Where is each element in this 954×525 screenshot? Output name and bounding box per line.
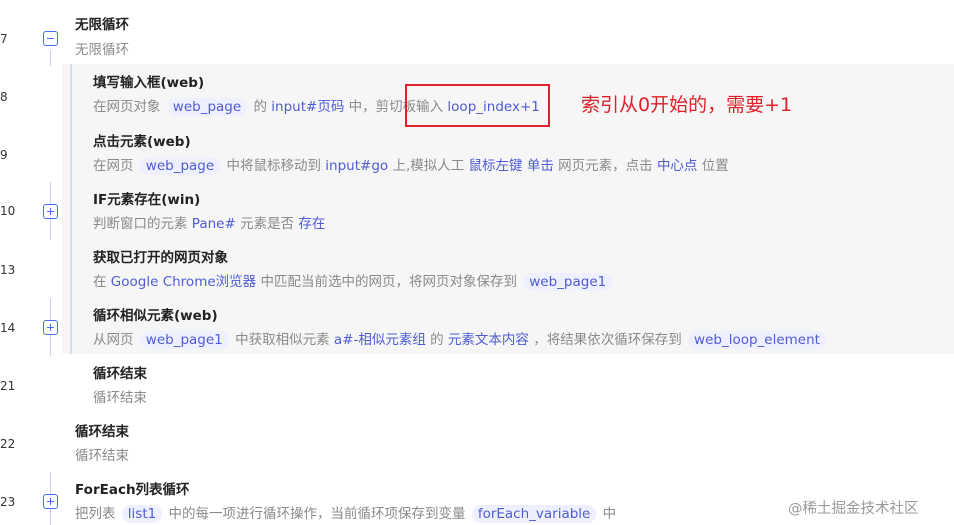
desc-text: 循环结束 — [75, 448, 129, 464]
desc-text: 在网页 — [93, 158, 134, 174]
element-link[interactable]: input#go — [325, 158, 388, 174]
attribute-value[interactable]: 元素文本内容 — [448, 332, 529, 348]
plus-square-icon[interactable] — [43, 494, 58, 509]
variable-chip[interactable]: web_page1 — [139, 331, 229, 349]
desc-text: 中 — [602, 506, 617, 522]
line-number: 14 — [0, 321, 16, 335]
step-desc: 循环结束 — [75, 444, 129, 464]
line-number: 10 — [0, 204, 16, 218]
annotation-box — [405, 84, 550, 127]
step-row[interactable]: 9 点击元素(web) 在网页 web_page 中将鼠标移动到 input#g… — [0, 122, 954, 180]
desc-text: 的 — [430, 332, 444, 348]
desc-text: 无限循环 — [75, 42, 129, 58]
step-title: 获取已打开的网页对象 — [93, 250, 228, 266]
plus-square-icon[interactable] — [43, 320, 58, 335]
line-number: 7 — [0, 32, 8, 46]
line-number: 21 — [0, 379, 16, 393]
line-number: 9 — [0, 148, 8, 162]
step-desc: 在网页 web_page 中将鼠标移动到 input#go 上,模拟人工 鼠标左… — [93, 154, 729, 175]
desc-text: ，将结果依次循环保存到 — [533, 332, 682, 348]
desc-text: 中获取相似元素 — [235, 332, 330, 348]
desc-text: 在网页对象 — [93, 99, 161, 115]
desc-text: 中的每一项进行循环操作，当前循环项保存到变量 — [168, 506, 466, 522]
line-number: 23 — [0, 495, 16, 509]
line-number: 13 — [0, 263, 16, 277]
element-link[interactable]: Pane# — [192, 216, 236, 232]
step-row[interactable]: 10 IF元素存在(win) 判断窗口的元素 Pane# 元素是否 存在 — [0, 180, 954, 238]
variable-chip[interactable]: forEach_variable — [471, 505, 597, 523]
desc-text: 从网页 — [93, 332, 134, 348]
step-title: 循环结束 — [93, 366, 147, 382]
annotation-note: 索引从0开始的，需要+1 — [581, 94, 793, 116]
desc-text: 的 — [253, 99, 267, 115]
step-row[interactable]: 21 循环结束 循环结束 — [0, 354, 954, 412]
step-title: 填写输入框(web) — [93, 75, 205, 91]
plus-square-icon[interactable] — [43, 204, 58, 219]
element-link[interactable]: input#页码 — [271, 99, 344, 115]
desc-text: 在 — [93, 274, 107, 290]
click-type-value[interactable]: 单击 — [527, 158, 554, 174]
step-title: ForEach列表循环 — [75, 482, 190, 498]
variable-chip[interactable]: web_page1 — [523, 273, 613, 291]
desc-text: 位置 — [701, 158, 729, 174]
variable-chip[interactable]: web_loop_element — [688, 331, 826, 349]
desc-text: 循环结束 — [93, 390, 147, 406]
desc-text: 上,模拟人工 — [392, 158, 465, 174]
desc-text: 中将鼠标移动到 — [226, 158, 321, 174]
step-desc: 从网页 web_page1 中获取相似元素 a#-相似元素组 的 元素文本内容 … — [93, 328, 828, 349]
line-number: 22 — [0, 437, 16, 451]
step-row[interactable]: 7 无限循环 无限循环 — [0, 0, 954, 64]
browser-value[interactable]: Google Chrome浏览器 — [111, 274, 256, 290]
minus-square-icon[interactable] — [43, 31, 58, 46]
step-row[interactable]: 22 循环结束 循环结束 — [0, 412, 954, 470]
desc-text: 把列表 — [75, 506, 116, 522]
step-row[interactable]: 13 获取已打开的网页对象 在 Google Chrome浏览器 中匹配当前选中… — [0, 238, 954, 296]
step-title: 点击元素(web) — [93, 134, 191, 150]
step-title: 循环结束 — [75, 424, 129, 440]
step-desc: 无限循环 — [75, 38, 129, 58]
step-desc: 判断窗口的元素 Pane# 元素是否 存在 — [93, 212, 325, 232]
variable-chip[interactable]: list1 — [121, 505, 163, 523]
variable-chip[interactable]: web_page — [166, 98, 248, 116]
step-desc: 循环结束 — [93, 386, 147, 406]
desc-text: 元素是否 — [240, 216, 295, 232]
step-desc: 把列表 list1 中的每一项进行循环操作，当前循环项保存到变量 forEach… — [75, 502, 617, 523]
desc-text: 网页元素，点击 — [558, 158, 653, 174]
step-title: 循环相似元素(web) — [93, 308, 218, 324]
click-position-value[interactable]: 中心点 — [657, 158, 698, 174]
condition-value[interactable]: 存在 — [298, 216, 325, 232]
element-link[interactable]: a#-相似元素组 — [334, 332, 426, 348]
mouse-button-value[interactable]: 鼠标左键 — [469, 158, 523, 174]
desc-text: 判断窗口的元素 — [93, 216, 188, 232]
step-desc: 在 Google Chrome浏览器 中匹配当前选中的网页，将网页对象保存到 w… — [93, 270, 614, 291]
watermark: @稀土掘金技术社区 — [788, 501, 919, 517]
step-row[interactable]: 14 循环相似元素(web) 从网页 web_page1 中获取相似元素 a#-… — [0, 296, 954, 354]
line-number: 8 — [0, 90, 8, 104]
step-title: IF元素存在(win) — [93, 192, 201, 208]
step-title: 无限循环 — [75, 17, 129, 33]
variable-chip[interactable]: web_page — [139, 157, 221, 175]
desc-text: 中匹配当前选中的网页，将网页对象保存到 — [260, 274, 517, 290]
